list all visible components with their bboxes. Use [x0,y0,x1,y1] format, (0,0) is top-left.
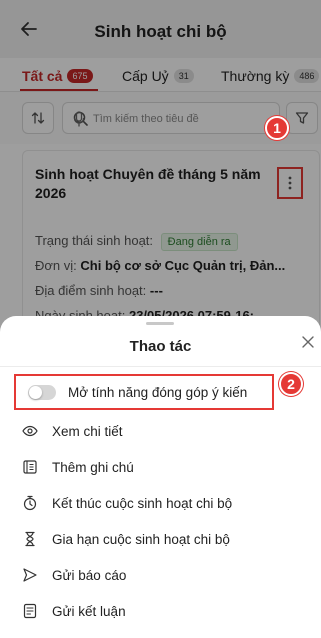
close-button[interactable] [300,336,316,352]
document-icon [23,603,37,619]
actions-bottom-sheet: Thao tác Mở tính năng đóng góp ý kiến Xe… [0,316,321,638]
action-label: Gia hạn cuộc sinh hoạt chi bộ [52,531,230,547]
send-icon [23,568,37,582]
action-label: Gửi kết luận [52,603,126,619]
sheet-title: Thao tác [129,338,192,355]
action-label: Thêm ghi chú [52,459,134,475]
eye-icon [22,425,38,437]
feedback-toggle-row[interactable]: Mở tính năng đóng góp ý kiến [14,374,274,410]
action-label: Kết thúc cuộc sinh hoạt chi bộ [52,495,233,511]
callout-marker-1: 1 [265,116,289,140]
action-end-meeting[interactable]: Kết thúc cuộc sinh hoạt chi bộ [22,492,232,514]
action-label: Xem chi tiết [52,423,123,439]
drag-handle[interactable] [146,322,174,325]
close-icon [302,336,314,348]
hourglass-icon [25,531,35,547]
feedback-toggle-label: Mở tính năng đóng góp ý kiến [68,385,248,400]
screen: Sinh hoạt chi bộ Tất cả 675 Cấp Uỷ 31 Th… [0,0,321,638]
action-send-report[interactable]: Gửi báo cáo [22,564,126,586]
feedback-toggle-switch[interactable] [28,385,56,400]
note-icon [23,460,37,474]
action-view-details[interactable]: Xem chi tiết [22,420,123,442]
timer-icon [23,495,37,511]
callout-marker-2: 2 [279,372,303,396]
action-add-note[interactable]: Thêm ghi chú [22,456,134,478]
action-extend-meeting[interactable]: Gia hạn cuộc sinh hoạt chi bộ [22,528,230,550]
sheet-divider [0,366,321,367]
action-label: Gửi báo cáo [52,567,127,583]
action-send-conclusion[interactable]: Gửi kết luận [22,600,126,622]
